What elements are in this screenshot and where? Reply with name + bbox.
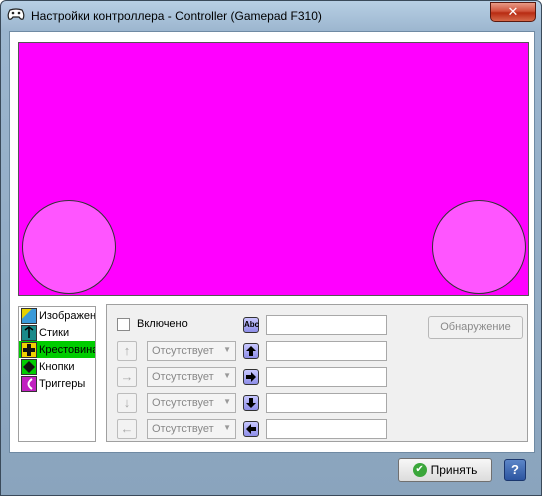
- accept-label: Принять: [430, 463, 478, 477]
- up-arrow-button[interactable]: ↑: [117, 341, 137, 361]
- left-arrow-icon: [243, 421, 259, 437]
- category-item-sticks[interactable]: Стики: [19, 324, 95, 341]
- chevron-down-icon: ▼: [223, 371, 231, 380]
- enabled-checkbox[interactable]: [117, 318, 130, 331]
- image-icon: [21, 307, 37, 324]
- right-stick-preview[interactable]: [432, 200, 526, 294]
- window-title: Настройки контроллера - Controller (Game…: [31, 9, 322, 23]
- button-icon: [21, 358, 37, 375]
- stick-icon: [21, 324, 37, 341]
- category-item-image[interactable]: Изображен: [19, 307, 95, 324]
- gamepad-icon: [7, 7, 25, 21]
- down-binding-field[interactable]: [266, 393, 387, 413]
- category-label: Стики: [39, 326, 70, 339]
- left-binding-field[interactable]: [266, 419, 387, 439]
- up-binding-field[interactable]: [266, 341, 387, 361]
- down-arrow-button[interactable]: ↓: [117, 393, 137, 413]
- down-binding-dropdown[interactable]: Отсутствует ▼: [147, 393, 236, 413]
- chevron-down-icon: ▼: [223, 397, 231, 406]
- checkmark-icon: ✔: [412, 463, 427, 477]
- category-item-triggers[interactable]: Триггеры: [19, 375, 95, 392]
- dropdown-value: Отсутствует: [152, 371, 214, 383]
- dropdown-value: Отсутствует: [152, 345, 214, 357]
- detect-button[interactable]: Обнаружение: [428, 316, 523, 339]
- label-field[interactable]: [266, 315, 387, 335]
- help-button[interactable]: ?: [504, 459, 526, 481]
- right-arrow-button[interactable]: →: [117, 367, 137, 387]
- controller-settings-window: Настройки контроллера - Controller (Game…: [0, 0, 542, 496]
- up-arrow-icon: [243, 343, 259, 359]
- chevron-down-icon: ▼: [223, 423, 231, 432]
- category-label: Триггеры: [39, 377, 86, 390]
- down-arrow-icon: [243, 395, 259, 411]
- left-stick-preview[interactable]: [22, 200, 116, 294]
- category-list[interactable]: Изображен Стики Крестовина Кнопки Тригге…: [18, 306, 96, 442]
- category-item-dpad[interactable]: Крестовина: [19, 341, 95, 358]
- left-arrow-button[interactable]: ←: [117, 419, 137, 439]
- dpad-settings-panel: Включено Abc ↑ Отсутствует ▼ → Отсутству…: [106, 304, 528, 442]
- abc-icon: Abc: [243, 317, 259, 333]
- category-item-buttons[interactable]: Кнопки: [19, 358, 95, 375]
- up-binding-dropdown[interactable]: Отсутствует ▼: [147, 341, 236, 361]
- category-label: Кнопки: [39, 360, 75, 373]
- trigger-icon: [21, 375, 37, 392]
- accept-button[interactable]: ✔ Принять: [398, 458, 492, 482]
- category-label: Изображен: [39, 309, 96, 322]
- left-binding-dropdown[interactable]: Отсутствует ▼: [147, 419, 236, 439]
- category-label: Крестовина: [39, 343, 96, 356]
- dropdown-value: Отсутствует: [152, 423, 214, 435]
- title-bar[interactable]: Настройки контроллера - Controller (Game…: [1, 1, 541, 31]
- dpad-icon: [21, 341, 37, 358]
- right-binding-dropdown[interactable]: Отсутствует ▼: [147, 367, 236, 387]
- close-button[interactable]: ✕: [490, 2, 536, 22]
- enabled-label: Включено: [137, 318, 188, 330]
- window-client-area: Изображен Стики Крестовина Кнопки Тригге…: [9, 31, 535, 453]
- chevron-down-icon: ▼: [223, 345, 231, 354]
- dropdown-value: Отсутствует: [152, 397, 214, 409]
- right-arrow-icon: [243, 369, 259, 385]
- right-binding-field[interactable]: [266, 367, 387, 387]
- controller-preview-canvas[interactable]: [18, 42, 529, 296]
